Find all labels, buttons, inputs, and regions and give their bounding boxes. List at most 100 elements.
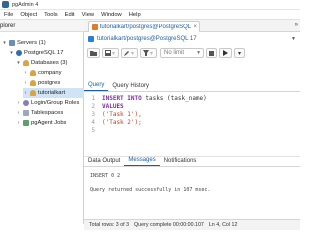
chevron-down-icon: ▾ bbox=[238, 50, 242, 57]
folder-icon bbox=[90, 51, 97, 56]
chevron-right-icon[interactable]: › bbox=[23, 90, 28, 96]
status-total-rows: Total rows: 3 of 3 bbox=[89, 222, 130, 228]
save-icon bbox=[105, 50, 111, 56]
tree-item-pgagent-jobs[interactable]: › pgAgent Jobs bbox=[16, 118, 66, 128]
database-icon bbox=[30, 70, 36, 76]
pgadmin-logo-icon bbox=[2, 1, 9, 8]
tab-notifications[interactable]: Notifications bbox=[160, 158, 201, 166]
menu-file[interactable]: File bbox=[4, 12, 13, 18]
chevron-right-icon[interactable]: › bbox=[23, 80, 28, 86]
tree-item-label: postgres bbox=[38, 80, 61, 86]
object-explorer-header: plorer bbox=[0, 20, 84, 32]
execute-options-button[interactable]: ▾ bbox=[234, 48, 246, 58]
tree-item-tablespaces[interactable]: › Tablespaces bbox=[16, 108, 63, 118]
chevron-right-icon[interactable]: › bbox=[16, 120, 21, 126]
editor-line: 3 ('Task 1'), bbox=[86, 110, 141, 118]
editor-tabs: Query Query History bbox=[84, 81, 300, 92]
connection-status-icon bbox=[88, 35, 94, 42]
database-icon bbox=[30, 80, 36, 86]
stop-button[interactable] bbox=[206, 48, 218, 58]
tree-item-company[interactable]: › company bbox=[23, 68, 62, 78]
connection-bar[interactable]: tutorialkart/postgres@PostgreSQL 17 ▼ bbox=[84, 32, 300, 45]
tree-item-label: Databases (3) bbox=[31, 60, 68, 66]
filter-icon bbox=[143, 50, 150, 56]
query-toolbar: ▾ ▾ ▾ No limit ▼ ▾ bbox=[84, 47, 300, 59]
query-tool-icon bbox=[92, 24, 98, 30]
tab-strip: tutorialkart/postgres@PostgreSQL 17 × » bbox=[84, 20, 300, 32]
tree-item-login-group-roles[interactable]: › Login/Group Roles bbox=[16, 98, 79, 108]
chevron-right-icon[interactable]: › bbox=[23, 70, 28, 76]
tab-messages[interactable]: Messages bbox=[124, 157, 160, 166]
chevron-down-icon: ▼ bbox=[196, 50, 202, 56]
line-number: 3 bbox=[91, 110, 95, 118]
tree-item-databases[interactable]: ▾ Databases (3) bbox=[16, 58, 67, 68]
tree-item-label: tutorialkart bbox=[38, 90, 66, 96]
sql-identifier: tasks (task_name) bbox=[145, 94, 207, 102]
tab-query-tool[interactable]: tutorialkart/postgres@PostgreSQL 17 × bbox=[88, 21, 200, 32]
roles-icon bbox=[23, 100, 29, 106]
sql-string: ('Task 2'); bbox=[102, 118, 142, 126]
open-file-button[interactable] bbox=[87, 48, 100, 58]
editor-line: 5 bbox=[86, 126, 102, 134]
chevron-down-icon[interactable]: ▾ bbox=[16, 60, 21, 66]
save-button[interactable]: ▾ bbox=[102, 48, 120, 58]
tree-item-label: pgAgent Jobs bbox=[31, 120, 67, 126]
menu-edit[interactable]: Edit bbox=[65, 12, 75, 18]
line-number: 5 bbox=[91, 126, 95, 134]
tree-item-label: Login/Group Roles bbox=[31, 100, 80, 106]
tab-query[interactable]: Query bbox=[84, 82, 109, 91]
close-icon[interactable]: × bbox=[193, 24, 197, 30]
message-line: Query returned successfully in 107 msec. bbox=[90, 187, 211, 193]
database-icon bbox=[30, 90, 36, 96]
chevron-down-icon[interactable]: ▼ bbox=[291, 36, 296, 42]
tree-item-postgresql-17[interactable]: ▾ PostgreSQL 17 bbox=[9, 48, 63, 58]
tab-query-history[interactable]: Query History bbox=[108, 83, 153, 91]
menu-bar: File Object Tools Edit View Window Help bbox=[0, 10, 300, 20]
object-explorer-tree: ▾ Servers (1) ▾ PostgreSQL 17 ▾ Database… bbox=[0, 32, 84, 224]
message-line: INSERT 0 2 bbox=[90, 173, 121, 179]
pencil-icon bbox=[124, 51, 130, 56]
connection-label: tutorialkart/postgres@PostgreSQL 17 bbox=[97, 35, 197, 42]
menu-window[interactable]: Window bbox=[101, 12, 122, 18]
menu-view[interactable]: View bbox=[82, 12, 94, 18]
chevron-right-icon[interactable]: › bbox=[16, 110, 21, 116]
pgagent-jobs-icon bbox=[23, 120, 29, 126]
result-tabs: Data Output Messages Notifications bbox=[84, 156, 300, 167]
line-number: 1 bbox=[91, 94, 95, 102]
edit-button[interactable]: ▾ bbox=[121, 48, 139, 58]
sql-editor[interactable]: 1 INSERT INTO tasks (task_name) 2 VALUES… bbox=[84, 92, 300, 156]
editor-line: 1 INSERT INTO tasks (task_name) bbox=[86, 94, 207, 102]
stop-icon bbox=[209, 50, 215, 56]
tab-data-output[interactable]: Data Output bbox=[84, 158, 124, 166]
menu-tools[interactable]: Tools bbox=[44, 12, 58, 18]
status-bar: Total rows: 3 of 3 Query complete 00:00:… bbox=[84, 219, 300, 230]
status-cursor-position: Ln 4, Col 12 bbox=[208, 222, 238, 228]
execute-button[interactable] bbox=[219, 48, 233, 58]
editor-line: 2 VALUES bbox=[86, 102, 124, 110]
tree-item-servers[interactable]: ▾ Servers (1) bbox=[2, 38, 46, 48]
sql-keyword: VALUES bbox=[102, 102, 124, 110]
menu-help[interactable]: Help bbox=[129, 12, 141, 18]
postgres-server-icon bbox=[16, 50, 22, 56]
line-number: 2 bbox=[91, 102, 95, 110]
more-tabs-icon[interactable]: » bbox=[295, 22, 298, 28]
tree-item-label: company bbox=[38, 70, 62, 76]
tree-item-label: Servers (1) bbox=[17, 40, 46, 46]
chevron-right-icon[interactable]: › bbox=[16, 100, 21, 106]
server-icon bbox=[9, 40, 15, 46]
row-limit-select[interactable]: No limit ▼ bbox=[160, 48, 205, 58]
chevron-down-icon[interactable]: ▾ bbox=[2, 40, 7, 46]
tree-item-postgres[interactable]: › postgres bbox=[23, 78, 60, 88]
menu-object[interactable]: Object bbox=[20, 12, 37, 18]
title-bar: pgAdmin 4 bbox=[0, 0, 300, 10]
filter-button[interactable]: ▾ bbox=[140, 48, 158, 58]
tree-item-label: Tablespaces bbox=[31, 110, 64, 116]
row-limit-value: No limit bbox=[164, 50, 185, 56]
tree-item-tutorialkart[interactable]: › tutorialkart bbox=[23, 88, 84, 98]
tree-item-label: PostgreSQL 17 bbox=[24, 50, 64, 56]
status-query-complete: Query complete 00:00:00.107 bbox=[134, 222, 204, 228]
play-icon bbox=[223, 50, 229, 56]
tablespaces-icon bbox=[23, 110, 29, 116]
chevron-down-icon[interactable]: ▾ bbox=[9, 50, 14, 56]
databases-icon bbox=[23, 60, 29, 66]
